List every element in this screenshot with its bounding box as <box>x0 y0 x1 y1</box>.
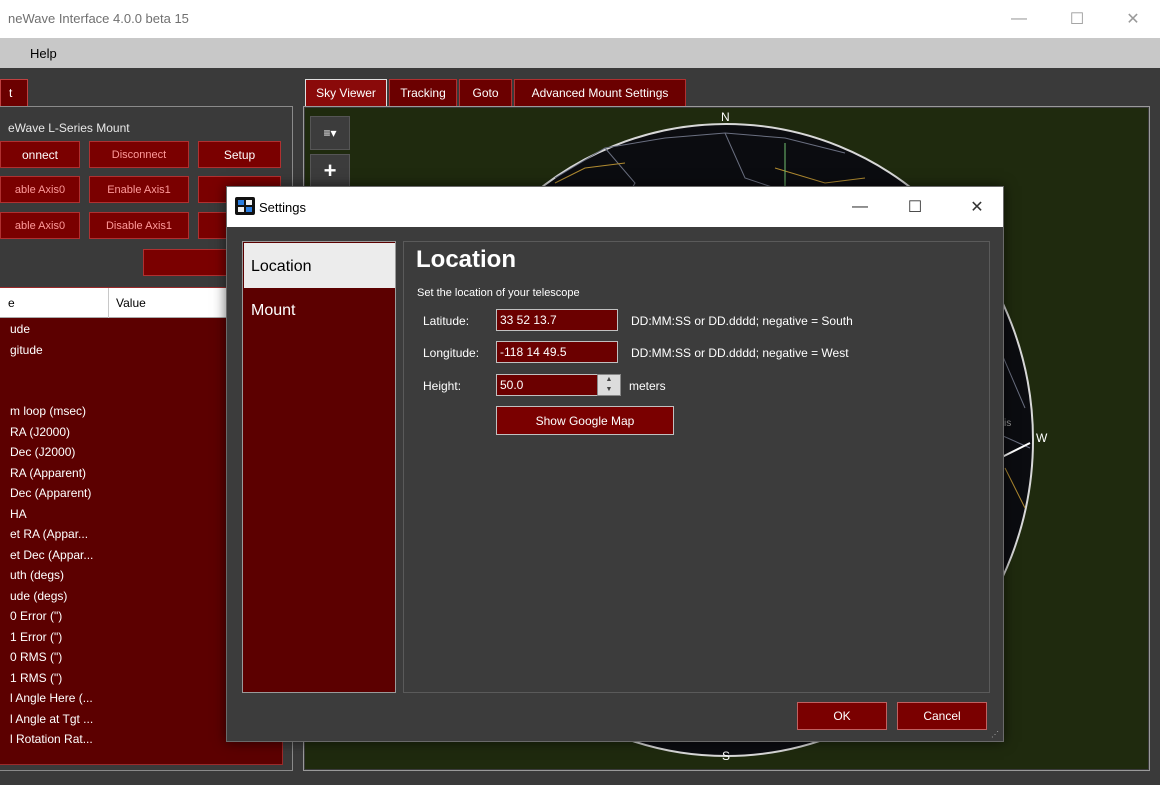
app-icon <box>235 197 255 215</box>
dialog-title: Settings <box>259 200 306 215</box>
setup-button[interactable]: Setup <box>198 141 281 168</box>
latitude-label: Latitude: <box>423 314 470 328</box>
dialog-close-button[interactable]: ✕ <box>954 187 1000 227</box>
column-header-value[interactable]: Value <box>116 296 146 310</box>
page-title: Location <box>416 246 516 273</box>
location-panel: Location Set the location of your telesc… <box>403 241 990 693</box>
compass-west: W <box>1036 431 1048 445</box>
ok-button[interactable]: OK <box>797 702 887 730</box>
show-google-map-button[interactable]: Show Google Map <box>496 406 674 435</box>
enable-axis0-button[interactable]: able Axis0 <box>0 176 80 203</box>
compass-north: N <box>721 110 730 124</box>
close-button[interactable]: ✕ <box>1110 0 1156 38</box>
zoom-in-icon[interactable]: + <box>310 154 350 188</box>
longitude-label: Longitude: <box>423 346 480 360</box>
resize-grip-icon[interactable]: ⋰ <box>991 730 999 739</box>
tab-sky-viewer[interactable]: Sky Viewer <box>305 79 387 107</box>
tab-goto[interactable]: Goto <box>459 79 512 107</box>
location-description: Set the location of your telescope <box>417 287 580 299</box>
tab-mount[interactable]: t <box>0 79 28 107</box>
nav-item-mount[interactable]: Mount <box>251 302 295 320</box>
stepper-down-icon[interactable]: ▼ <box>598 385 620 395</box>
stepper-up-icon[interactable]: ▲ <box>598 375 620 385</box>
height-stepper[interactable]: ▲ ▼ <box>597 374 621 396</box>
height-unit: meters <box>629 379 666 393</box>
disable-axis0-button[interactable]: able Axis0 <box>0 212 80 239</box>
enable-axis1-button[interactable]: Enable Axis1 <box>89 176 189 203</box>
dialog-maximize-button[interactable]: ☐ <box>892 187 938 227</box>
sky-menu-icon[interactable]: ≡▾ <box>310 116 350 150</box>
latitude-input[interactable]: 33 52 13.7 <box>496 309 618 331</box>
tab-tracking[interactable]: Tracking <box>389 79 457 107</box>
latitude-hint: DD:MM:SS or DD.dddd; negative = South <box>631 314 853 328</box>
menu-bar: Help <box>0 38 1160 68</box>
disconnect-button[interactable]: Disconnect <box>89 141 189 168</box>
app-title: neWave Interface 4.0.0 beta 15 <box>8 11 189 26</box>
sky-edge-label: is <box>1004 418 1012 429</box>
menu-help[interactable]: Help <box>30 46 57 61</box>
mount-name: eWave L-Series Mount <box>8 121 130 135</box>
tab-advanced-mount-settings[interactable]: Advanced Mount Settings <box>514 79 686 107</box>
cancel-button[interactable]: Cancel <box>897 702 987 730</box>
height-label: Height: <box>423 379 462 393</box>
nav-item-location[interactable]: Location <box>244 243 395 288</box>
column-header-name[interactable]: e <box>8 296 15 310</box>
disable-axis1-button[interactable]: Disable Axis1 <box>89 212 189 239</box>
connect-button[interactable]: onnect <box>0 141 80 168</box>
height-input[interactable]: 50.0 <box>496 374 598 396</box>
column-divider <box>108 288 109 318</box>
longitude-hint: DD:MM:SS or DD.dddd; negative = West <box>631 346 849 360</box>
maximize-button[interactable]: ☐ <box>1054 0 1100 38</box>
settings-dialog: Settings — ☐ ✕ Location Mount Location S… <box>226 186 1004 742</box>
dialog-minimize-button[interactable]: — <box>837 187 883 227</box>
dialog-titlebar: Settings — ☐ ✕ <box>227 187 1003 227</box>
longitude-input[interactable]: -118 14 49.5 <box>496 341 618 363</box>
settings-nav: Location Mount <box>242 241 396 693</box>
window-titlebar: neWave Interface 4.0.0 beta 15 — ☐ ✕ <box>0 0 1160 38</box>
minimize-button[interactable]: — <box>996 0 1042 38</box>
compass-south: S <box>722 749 731 763</box>
